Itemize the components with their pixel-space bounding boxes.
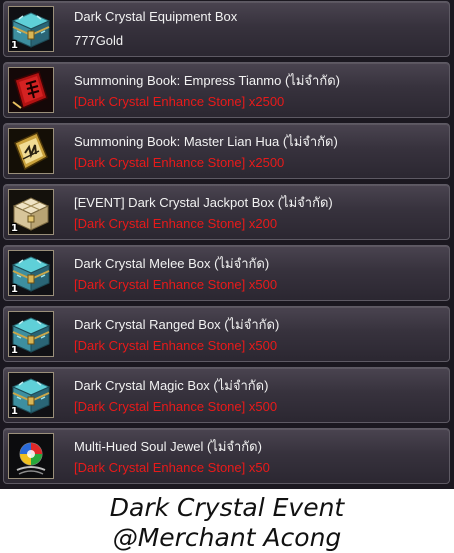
item-quantity: 1: [11, 345, 18, 356]
crystal-chest-icon[interactable]: 1: [8, 311, 54, 357]
item-quantity: 1: [11, 406, 18, 417]
caption-subtitle: @Merchant Acong: [112, 523, 342, 552]
gold-summoning-book-icon[interactable]: [8, 128, 54, 174]
item-quantity: 1: [11, 284, 18, 295]
merchant-item-row[interactable]: 1 Dark Crystal Ranged Box (ไม่จำกัด) [Dark…: [3, 306, 450, 362]
merchant-item-list: 1 Dark Crystal Equipment Box 777Gold Summo…: [0, 0, 454, 489]
crystal-chest-icon[interactable]: 1: [8, 372, 54, 418]
caption-title: Dark Crystal Event: [109, 493, 345, 522]
item-price: [Dark Crystal Enhance Stone] x500: [74, 277, 278, 292]
item-name: Dark Crystal Ranged Box (ไม่จำกัด): [74, 317, 280, 332]
item-name: Dark Crystal Equipment Box: [74, 9, 238, 24]
item-price: [Dark Crystal Enhance Stone] x500: [74, 399, 278, 414]
item-name: Multi-Hued Soul Jewel (ไม่จำกัด): [74, 439, 262, 454]
item-price: [Dark Crystal Enhance Stone] x2500: [74, 94, 285, 109]
jackpot-box-icon[interactable]: 1: [8, 189, 54, 235]
merchant-item-row[interactable]: Summoning Book: Empress Tianmo (ไม่จำกัด…: [3, 62, 450, 118]
red-summoning-book-icon[interactable]: [8, 67, 54, 113]
item-price: 777Gold: [74, 33, 124, 48]
item-name: Dark Crystal Melee Box (ไม่จำกัด): [74, 256, 270, 271]
item-price: [Dark Crystal Enhance Stone] x2500: [74, 155, 285, 170]
merchant-item-row[interactable]: 1 Dark Crystal Melee Box (ไม่จำกัด) [Dark …: [3, 245, 450, 301]
merchant-item-row[interactable]: Multi-Hued Soul Jewel (ไม่จำกัด) [Dark Cr…: [3, 428, 450, 484]
crystal-chest-icon[interactable]: 1: [8, 250, 54, 296]
item-name: Summoning Book: Empress Tianmo (ไม่จำกัด…: [74, 73, 340, 88]
item-price: [Dark Crystal Enhance Stone] x200: [74, 216, 278, 231]
item-price: [Dark Crystal Enhance Stone] x50: [74, 460, 270, 475]
item-name: [EVENT] Dark Crystal Jackpot Box (ไม่จำก…: [74, 195, 333, 210]
merchant-item-row[interactable]: 1 Dark Crystal Equipment Box 777Gold: [3, 1, 450, 57]
crystal-chest-icon[interactable]: 1: [8, 6, 54, 52]
item-quantity: 1: [11, 40, 18, 51]
soul-jewel-icon[interactable]: [8, 433, 54, 479]
item-name: Dark Crystal Magic Box (ไม่จำกัด): [74, 378, 269, 393]
item-name: Summoning Book: Master Lian Hua (ไม่จำกั…: [74, 134, 338, 149]
item-price: [Dark Crystal Enhance Stone] x500: [74, 338, 278, 353]
item-quantity: 1: [11, 223, 18, 234]
merchant-item-row[interactable]: 1 [EVENT] Dark Crystal Jackpot Box (ไม่จำ…: [3, 184, 450, 240]
merchant-item-row[interactable]: Summoning Book: Master Lian Hua (ไม่จำกั…: [3, 123, 450, 179]
merchant-item-row[interactable]: 1 Dark Crystal Magic Box (ไม่จำกัด) [Dark …: [3, 367, 450, 423]
